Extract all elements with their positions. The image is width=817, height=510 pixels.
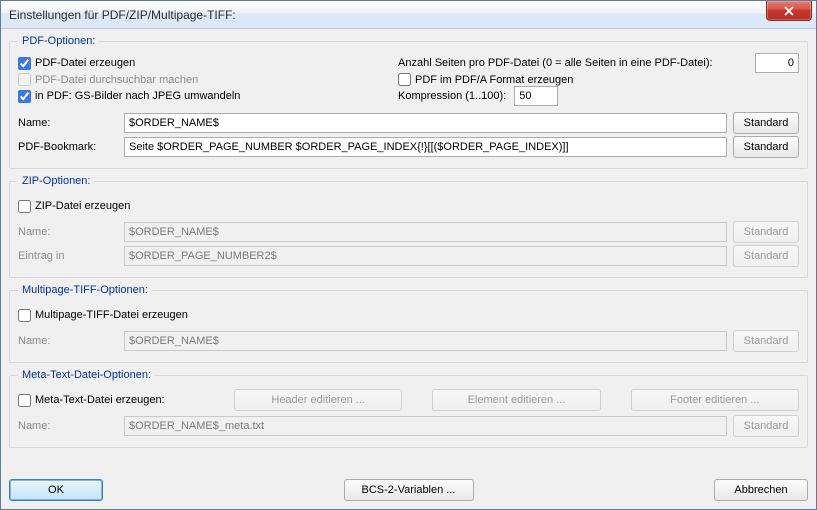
bottom-bar: OK BCS-2-Variablen ... Abbrechen [1, 473, 816, 509]
zip-entry-label: Eintrag in [18, 250, 118, 262]
pdf-searchable-label: PDF-Datei durchsuchbar machen [35, 74, 198, 86]
pdf-pages-label: Anzahl Seiten pro PDF-Datei (0 = alle Se… [398, 57, 713, 69]
pdf-name-label: Name: [18, 117, 118, 129]
pdf-name-standard-button[interactable]: Standard [733, 112, 799, 134]
pdf-bookmark-standard-button[interactable]: Standard [733, 136, 799, 158]
meta-footer-button: Footer editieren ... [631, 389, 799, 411]
tiff-create-input[interactable] [18, 309, 31, 322]
pdf-bookmark-input[interactable] [124, 137, 727, 157]
pdf-bookmark-label: PDF-Bookmark: [18, 141, 118, 153]
meta-legend: Meta-Text-Datei-Optionen: [18, 369, 155, 381]
pdf-jpeg-label: in PDF: GS-Bilder nach JPEG umwandeln [35, 90, 240, 102]
tiff-create-checkbox[interactable]: Multipage-TIFF-Datei erzeugen [18, 309, 188, 322]
tiff-legend: Multipage-TIFF-Optionen: [18, 284, 152, 296]
zip-name-label: Name: [18, 226, 118, 238]
pdfa-input[interactable] [398, 73, 411, 86]
pdf-searchable-input [18, 73, 31, 86]
zip-create-label: ZIP-Datei erzeugen [35, 200, 130, 212]
window-title: Einstellungen für PDF/ZIP/Multipage-TIFF… [9, 8, 236, 22]
pdf-legend: PDF-Optionen: [18, 35, 99, 47]
meta-group: Meta-Text-Datei-Optionen: Meta-Text-Date… [9, 369, 808, 448]
pdf-create-checkbox[interactable]: PDF-Datei erzeugen [18, 57, 135, 70]
pdf-jpeg-input[interactable] [18, 90, 31, 103]
zip-entry-standard-button: Standard [733, 245, 799, 267]
meta-name-standard-button: Standard [733, 415, 799, 437]
zip-create-input[interactable] [18, 200, 31, 213]
zip-entry-input [124, 246, 727, 266]
zip-group: ZIP-Optionen: ZIP-Datei erzeugen Name: S… [9, 175, 808, 278]
cancel-button[interactable]: Abbrechen [714, 479, 808, 501]
pdf-create-label: PDF-Datei erzeugen [35, 57, 135, 69]
titlebar: Einstellungen für PDF/ZIP/Multipage-TIFF… [1, 1, 816, 29]
compression-input[interactable] [514, 86, 558, 106]
meta-name-label: Name: [18, 420, 118, 432]
zip-name-input [124, 222, 727, 242]
pdf-searchable-checkbox[interactable]: PDF-Datei durchsuchbar machen [18, 73, 198, 86]
tiff-name-input [124, 331, 727, 351]
zip-name-standard-button: Standard [733, 221, 799, 243]
tiff-name-label: Name: [18, 335, 118, 347]
ok-button[interactable]: OK [9, 479, 103, 501]
pdf-pages-input[interactable] [755, 53, 799, 73]
meta-element-button: Element editieren ... [432, 389, 600, 411]
meta-create-input[interactable] [18, 394, 31, 407]
pdf-group: PDF-Optionen: PDF-Datei erzeugen Anzahl … [9, 35, 808, 169]
zip-create-checkbox[interactable]: ZIP-Datei erzeugen [18, 200, 130, 213]
pdf-name-input[interactable] [124, 113, 727, 133]
pdfa-checkbox[interactable]: PDF im PDF/A Format erzeugen [398, 73, 573, 86]
client-area: PDF-Optionen: PDF-Datei erzeugen Anzahl … [1, 29, 816, 473]
bcs-variables-button[interactable]: BCS-2-Variablen ... [344, 479, 474, 501]
meta-create-label: Meta-Text-Datei erzeugen: [35, 394, 165, 406]
tiff-group: Multipage-TIFF-Optionen: Multipage-TIFF-… [9, 284, 808, 363]
meta-create-checkbox[interactable]: Meta-Text-Datei erzeugen: [18, 394, 228, 407]
compression-label: Kompression (1..100): [398, 90, 506, 102]
pdf-jpeg-checkbox[interactable]: in PDF: GS-Bilder nach JPEG umwandeln [18, 90, 240, 103]
meta-header-button: Header editieren ... [234, 389, 402, 411]
tiff-create-label: Multipage-TIFF-Datei erzeugen [35, 309, 188, 321]
close-button[interactable] [766, 1, 812, 21]
dialog-window: Einstellungen für PDF/ZIP/Multipage-TIFF… [0, 0, 817, 510]
pdfa-label: PDF im PDF/A Format erzeugen [415, 74, 573, 86]
pdf-create-input[interactable] [18, 57, 31, 70]
close-icon [783, 6, 795, 16]
zip-legend: ZIP-Optionen: [18, 175, 94, 187]
tiff-name-standard-button: Standard [733, 330, 799, 352]
meta-name-input [124, 416, 727, 436]
